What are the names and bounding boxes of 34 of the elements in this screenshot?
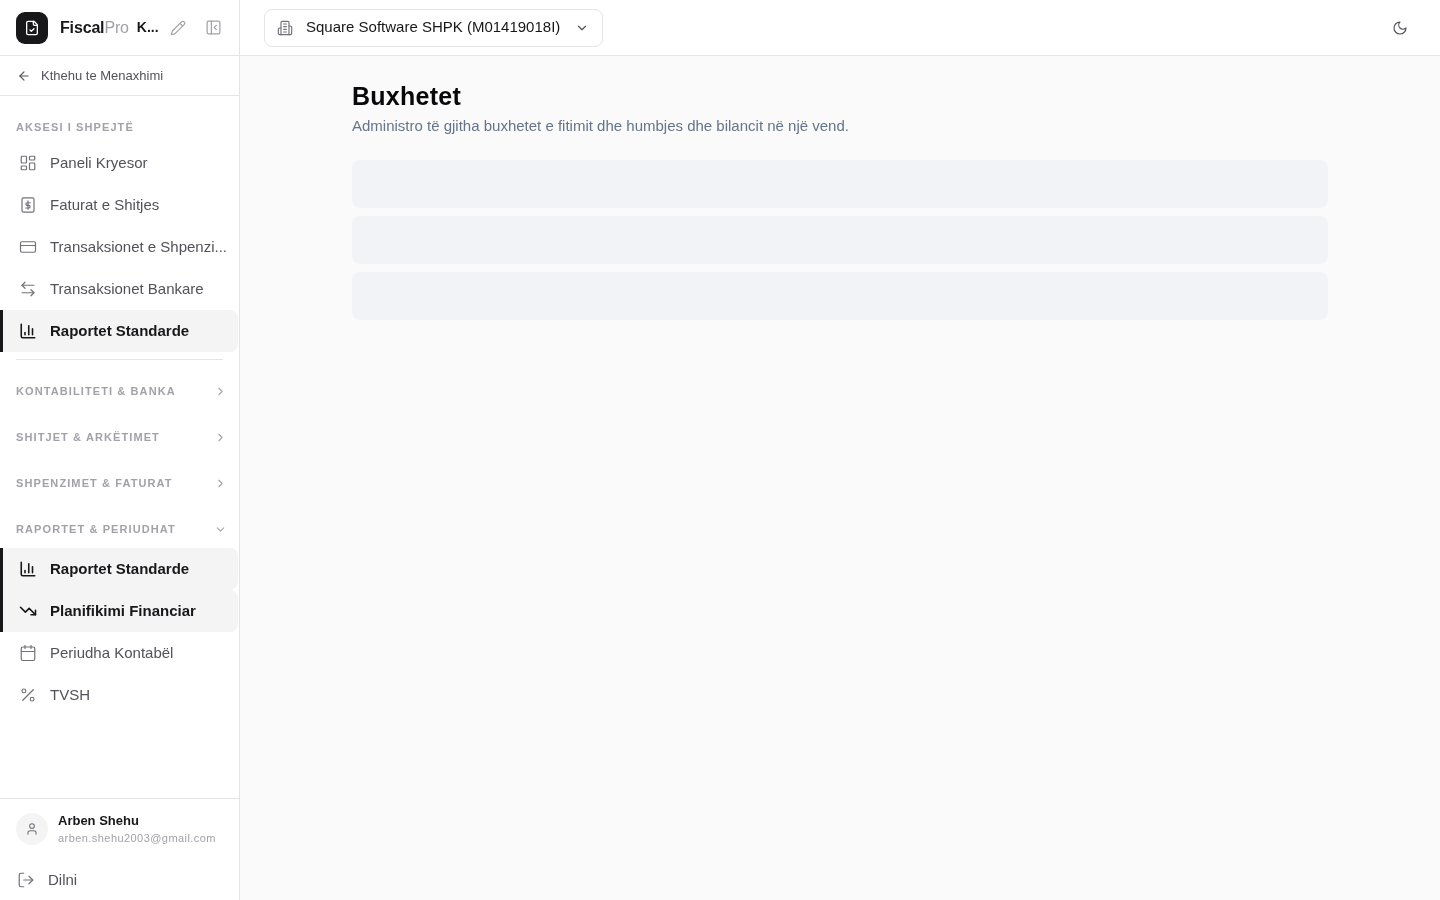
bar-chart-icon xyxy=(19,560,37,578)
dashboard-grid-icon xyxy=(19,154,37,172)
theme-toggle-moon-icon[interactable] xyxy=(1392,19,1408,36)
nav-item[interactable]: Paneli Kryesor xyxy=(0,142,238,184)
page-subtitle: Administro të gjitha buxhetet e fitimit dhe humbjes dhe bilancit në një vend. xyxy=(352,116,850,136)
nav-item[interactable]: Periudha Kontabël xyxy=(0,632,238,674)
bar-chart-icon xyxy=(19,322,37,340)
logout-icon xyxy=(17,871,35,889)
nav-item[interactable]: Raportet Standarde xyxy=(0,310,238,352)
arrows-left-right-icon xyxy=(19,280,37,298)
user-avatar-icon xyxy=(16,813,48,845)
panel-toggle-icon[interactable] xyxy=(205,19,222,36)
section-title: AKSESI I SHPEJTË xyxy=(15,120,135,135)
company-selector[interactable]: Square Software SHPK (M01419018I) xyxy=(264,8,604,47)
logo-icon xyxy=(16,11,48,44)
workspace-name: K... xyxy=(136,18,159,37)
user-name: Arben Shehu xyxy=(58,812,140,830)
nav-item[interactable]: TVSH xyxy=(0,674,238,716)
back-link[interactable]: Kthehu te Menaxhimi xyxy=(17,65,164,86)
page-title: Buxhetet xyxy=(352,81,462,112)
pencil-icon[interactable] xyxy=(170,19,186,36)
percent-icon xyxy=(19,686,37,704)
nav-item[interactable]: Transaksionet e Shpenzi... xyxy=(0,226,238,268)
dollar-receipt-icon xyxy=(19,196,37,214)
nav-item[interactable]: Planifikimi Financiar xyxy=(0,590,238,632)
nav-item[interactable]: Raportet Standarde xyxy=(0,548,238,590)
brand-name: FiscalPro xyxy=(60,17,129,38)
user-email: arben.shehu2003@gmail.com xyxy=(58,831,216,846)
credit-card-icon xyxy=(19,238,37,256)
nav-item[interactable]: Faturat e Shitjes xyxy=(0,184,238,226)
building-icon xyxy=(277,19,293,36)
nav-item[interactable]: Transaksionet Bankare xyxy=(0,268,238,310)
logout-button[interactable]: Dilni xyxy=(16,862,78,898)
calendar-icon xyxy=(19,644,37,662)
